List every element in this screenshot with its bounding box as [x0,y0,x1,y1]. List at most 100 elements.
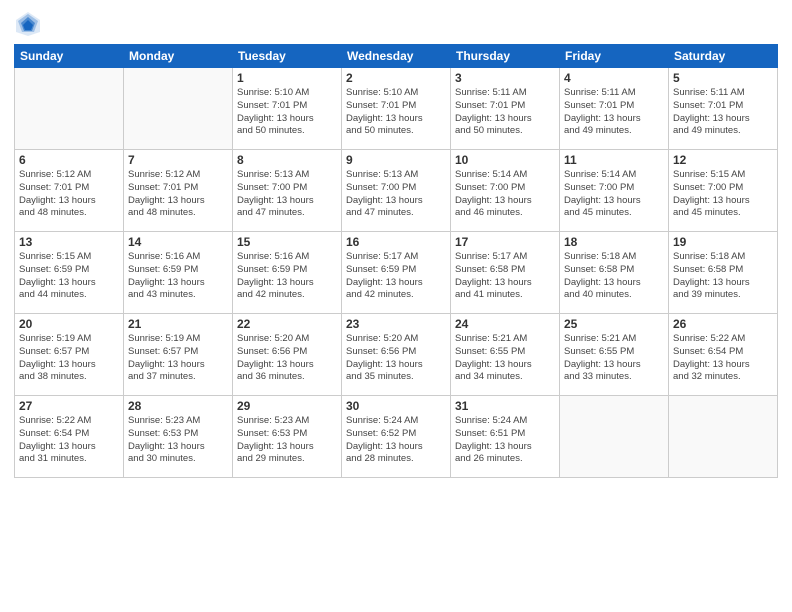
calendar-cell [15,68,124,150]
weekday-header-friday: Friday [560,45,669,68]
calendar-cell: 2Sunrise: 5:10 AM Sunset: 7:01 PM Daylig… [342,68,451,150]
calendar-cell: 30 Sunrise: 5:24 AM Sunset: 6:52 PM Dayli… [342,396,451,478]
logo-icon [14,10,42,38]
calendar-week-1: 1 Sunrise: 5:10 AM Sunset: 7:01 PM Daylig… [15,68,778,150]
day-info: Sunrise: 5:24 AM Sunset: 6:52 PM Dayligh… [346,415,446,466]
calendar-cell: 24Sunrise: 5:21 AM Sunset: 6:55 PM Dayli… [451,314,560,396]
day-info: Sunrise: 5:20 AM Sunset: 6:56 PM Dayligh… [237,333,337,384]
day-number: 24 [455,317,555,331]
day-info: Sunrise: 5:16 AM Sunset: 6:59 PM Dayligh… [128,251,228,302]
day-info: Sunrise: 5:20 AM Sunset: 6:56 PM Dayligh… [346,333,446,384]
calendar-cell: 29Sunrise: 5:23 AM Sunset: 6:53 PM Dayli… [233,396,342,478]
day-info: Sunrise: 5:15 AM Sunset: 6:59 PM Dayligh… [19,251,119,302]
day-number: 5 [673,71,773,85]
day-number: 18 [564,235,664,249]
day-number: 22 [237,317,337,331]
day-number: 30 [346,399,446,413]
calendar-cell: 20Sunrise: 5:19 AM Sunset: 6:57 PM Dayli… [15,314,124,396]
weekday-header-wednesday: Wednesday [342,45,451,68]
calendar-cell: 12 Sunrise: 5:15 AM Sunset: 7:00 PM Dayli… [669,150,778,232]
day-info: Sunrise: 5:10 AM Sunset: 7:01 PM Dayligh… [346,87,446,138]
calendar-cell: 8 Sunrise: 5:13 AM Sunset: 7:00 PM Daylig… [233,150,342,232]
day-number: 12 [673,153,773,167]
day-info: Sunrise: 5:21 AM Sunset: 6:55 PM Dayligh… [564,333,664,384]
day-info: Sunrise: 5:17 AM Sunset: 6:59 PM Dayligh… [346,251,446,302]
calendar-cell: 5 Sunrise: 5:11 AM Sunset: 7:01 PM Daylig… [669,68,778,150]
day-number: 27 [19,399,119,413]
day-info: Sunrise: 5:11 AM Sunset: 7:01 PM Dayligh… [455,87,555,138]
day-info: Sunrise: 5:18 AM Sunset: 6:58 PM Dayligh… [564,251,664,302]
day-info: Sunrise: 5:22 AM Sunset: 6:54 PM Dayligh… [19,415,119,466]
calendar-week-5: 27 Sunrise: 5:22 AM Sunset: 6:54 PM Dayli… [15,396,778,478]
weekday-header-monday: Monday [124,45,233,68]
day-info: Sunrise: 5:12 AM Sunset: 7:01 PM Dayligh… [19,169,119,220]
day-info: Sunrise: 5:17 AM Sunset: 6:58 PM Dayligh… [455,251,555,302]
day-info: Sunrise: 5:15 AM Sunset: 7:00 PM Dayligh… [673,169,773,220]
calendar-cell: 23 Sunrise: 5:20 AM Sunset: 6:56 PM Dayli… [342,314,451,396]
calendar-cell: 28Sunrise: 5:23 AM Sunset: 6:53 PM Dayli… [124,396,233,478]
calendar-cell: 6 Sunrise: 5:12 AM Sunset: 7:01 PM Daylig… [15,150,124,232]
calendar-cell: 14 Sunrise: 5:16 AM Sunset: 6:59 PM Dayli… [124,232,233,314]
day-info: Sunrise: 5:19 AM Sunset: 6:57 PM Dayligh… [128,333,228,384]
calendar-cell: 19 Sunrise: 5:18 AM Sunset: 6:58 PM Dayli… [669,232,778,314]
calendar-cell: 18 Sunrise: 5:18 AM Sunset: 6:58 PM Dayli… [560,232,669,314]
weekday-header-tuesday: Tuesday [233,45,342,68]
day-info: Sunrise: 5:24 AM Sunset: 6:51 PM Dayligh… [455,415,555,466]
day-number: 16 [346,235,446,249]
day-number: 4 [564,71,664,85]
day-number: 8 [237,153,337,167]
page: SundayMondayTuesdayWednesdayThursdayFrid… [0,0,792,612]
calendar-cell: 17 Sunrise: 5:17 AM Sunset: 6:58 PM Dayli… [451,232,560,314]
calendar-cell: 3 Sunrise: 5:11 AM Sunset: 7:01 PM Daylig… [451,68,560,150]
day-number: 23 [346,317,446,331]
calendar-cell: 10 Sunrise: 5:14 AM Sunset: 7:00 PM Dayli… [451,150,560,232]
header [14,10,778,38]
weekday-header-saturday: Saturday [669,45,778,68]
calendar-cell: 13 Sunrise: 5:15 AM Sunset: 6:59 PM Dayli… [15,232,124,314]
calendar-cell: 21 Sunrise: 5:19 AM Sunset: 6:57 PM Dayli… [124,314,233,396]
calendar-cell: 7 Sunrise: 5:12 AM Sunset: 7:01 PM Daylig… [124,150,233,232]
calendar-cell: 4 Sunrise: 5:11 AM Sunset: 7:01 PM Daylig… [560,68,669,150]
calendar-cell: 27 Sunrise: 5:22 AM Sunset: 6:54 PM Dayli… [15,396,124,478]
day-number: 26 [673,317,773,331]
day-number: 6 [19,153,119,167]
day-info: Sunrise: 5:14 AM Sunset: 7:00 PM Dayligh… [455,169,555,220]
weekday-header-row: SundayMondayTuesdayWednesdayThursdayFrid… [15,45,778,68]
day-number: 19 [673,235,773,249]
day-number: 14 [128,235,228,249]
day-info: Sunrise: 5:13 AM Sunset: 7:00 PM Dayligh… [237,169,337,220]
calendar-cell: 22 Sunrise: 5:20 AM Sunset: 6:56 PM Dayli… [233,314,342,396]
day-info: Sunrise: 5:16 AM Sunset: 6:59 PM Dayligh… [237,251,337,302]
day-number: 7 [128,153,228,167]
day-info: Sunrise: 5:14 AM Sunset: 7:00 PM Dayligh… [564,169,664,220]
day-info: Sunrise: 5:23 AM Sunset: 6:53 PM Dayligh… [128,415,228,466]
calendar-week-2: 6 Sunrise: 5:12 AM Sunset: 7:01 PM Daylig… [15,150,778,232]
day-number: 17 [455,235,555,249]
logo [14,10,46,38]
day-info: Sunrise: 5:13 AM Sunset: 7:00 PM Dayligh… [346,169,446,220]
day-info: Sunrise: 5:19 AM Sunset: 6:57 PM Dayligh… [19,333,119,384]
day-info: Sunrise: 5:11 AM Sunset: 7:01 PM Dayligh… [673,87,773,138]
day-info: Sunrise: 5:12 AM Sunset: 7:01 PM Dayligh… [128,169,228,220]
calendar-cell: 26 Sunrise: 5:22 AM Sunset: 6:54 PM Dayli… [669,314,778,396]
calendar-cell: 15 Sunrise: 5:16 AM Sunset: 6:59 PM Dayli… [233,232,342,314]
day-number: 1 [237,71,337,85]
day-info: Sunrise: 5:22 AM Sunset: 6:54 PM Dayligh… [673,333,773,384]
calendar-cell [124,68,233,150]
day-number: 9 [346,153,446,167]
calendar-cell: 11Sunrise: 5:14 AM Sunset: 7:00 PM Dayli… [560,150,669,232]
calendar-cell: 16 Sunrise: 5:17 AM Sunset: 6:59 PM Dayli… [342,232,451,314]
calendar-cell [560,396,669,478]
day-info: Sunrise: 5:11 AM Sunset: 7:01 PM Dayligh… [564,87,664,138]
weekday-header-thursday: Thursday [451,45,560,68]
calendar: SundayMondayTuesdayWednesdayThursdayFrid… [14,44,778,478]
day-number: 31 [455,399,555,413]
weekday-header-sunday: Sunday [15,45,124,68]
day-info: Sunrise: 5:10 AM Sunset: 7:01 PM Dayligh… [237,87,337,138]
day-number: 21 [128,317,228,331]
day-info: Sunrise: 5:18 AM Sunset: 6:58 PM Dayligh… [673,251,773,302]
day-number: 10 [455,153,555,167]
day-number: 3 [455,71,555,85]
day-number: 15 [237,235,337,249]
day-number: 13 [19,235,119,249]
